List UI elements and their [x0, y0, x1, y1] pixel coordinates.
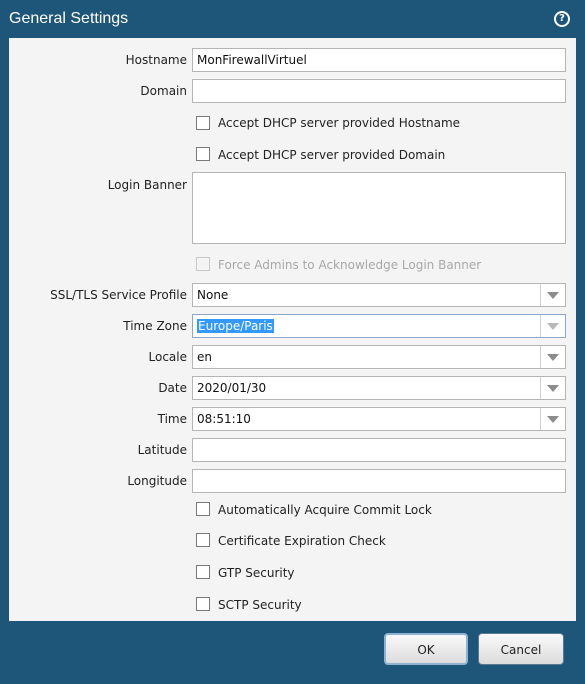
ssl-profile-select[interactable]: None	[192, 283, 566, 307]
domain-input[interactable]	[192, 79, 566, 103]
dialog-footer: OK Cancel	[0, 621, 585, 684]
time-select[interactable]: 08:51:10	[192, 407, 566, 431]
chevron-down-icon[interactable]	[540, 315, 565, 337]
gtp-label: GTP Security	[218, 566, 295, 580]
cert-check-checkbox[interactable]	[196, 533, 210, 547]
longitude-input[interactable]	[192, 469, 566, 493]
ok-button[interactable]: OK	[384, 633, 468, 665]
dialog-title: General Settings	[9, 10, 129, 27]
commit-lock-checkbox[interactable]	[196, 502, 210, 516]
longitude-label: Longitude	[127, 474, 187, 488]
chevron-down-icon[interactable]	[540, 377, 565, 399]
help-icon[interactable]: ?	[554, 11, 570, 27]
cancel-button[interactable]: Cancel	[478, 633, 564, 665]
dhcp-hostname-label: Accept DHCP server provided Hostname	[218, 116, 461, 130]
latitude-input[interactable]	[192, 438, 566, 462]
locale-select[interactable]: en	[192, 345, 566, 369]
date-select[interactable]: 2020/01/30	[192, 376, 566, 400]
dialog-body: Hostname MonFirewallVirtuel Domain Accep…	[9, 38, 576, 621]
dialog-titlebar: General Settings ?	[0, 0, 585, 40]
locale-label: Locale	[148, 350, 187, 364]
locale-value: en	[197, 350, 212, 364]
general-settings-dialog: General Settings ? Hostname MonFirewallV…	[0, 0, 585, 684]
force-ack-checkbox	[196, 257, 210, 271]
time-zone-value: Europe/Paris	[197, 319, 274, 333]
login-banner-label: Login Banner	[107, 178, 187, 192]
date-value: 2020/01/30	[197, 381, 267, 395]
sctp-label: SCTP Security	[218, 598, 302, 612]
dhcp-domain-checkbox[interactable]	[196, 147, 210, 161]
time-label: Time	[157, 412, 187, 426]
hostname-input[interactable]: MonFirewallVirtuel	[192, 48, 566, 72]
login-banner-textarea[interactable]	[192, 172, 566, 244]
dhcp-domain-label: Accept DHCP server provided Domain	[218, 148, 446, 162]
ssl-profile-label: SSL/TLS Service Profile	[50, 288, 187, 302]
commit-lock-label: Automatically Acquire Commit Lock	[218, 503, 432, 517]
date-label: Date	[158, 381, 187, 395]
chevron-down-icon[interactable]	[540, 408, 565, 430]
ssl-profile-value: None	[197, 288, 229, 302]
cert-check-label: Certificate Expiration Check	[218, 534, 386, 548]
chevron-down-icon[interactable]	[540, 346, 565, 368]
time-zone-label: Time Zone	[123, 319, 187, 333]
time-value: 08:51:10	[197, 412, 251, 426]
latitude-label: Latitude	[137, 443, 187, 457]
force-ack-label: Force Admins to Acknowledge Login Banner	[218, 258, 482, 272]
time-zone-select[interactable]: Europe/Paris	[192, 314, 566, 338]
chevron-down-icon[interactable]	[540, 284, 565, 306]
dhcp-hostname-checkbox[interactable]	[196, 116, 210, 130]
gtp-checkbox[interactable]	[196, 565, 210, 579]
domain-label: Domain	[140, 84, 187, 98]
hostname-label: Hostname	[125, 53, 187, 67]
sctp-checkbox[interactable]	[196, 597, 210, 611]
